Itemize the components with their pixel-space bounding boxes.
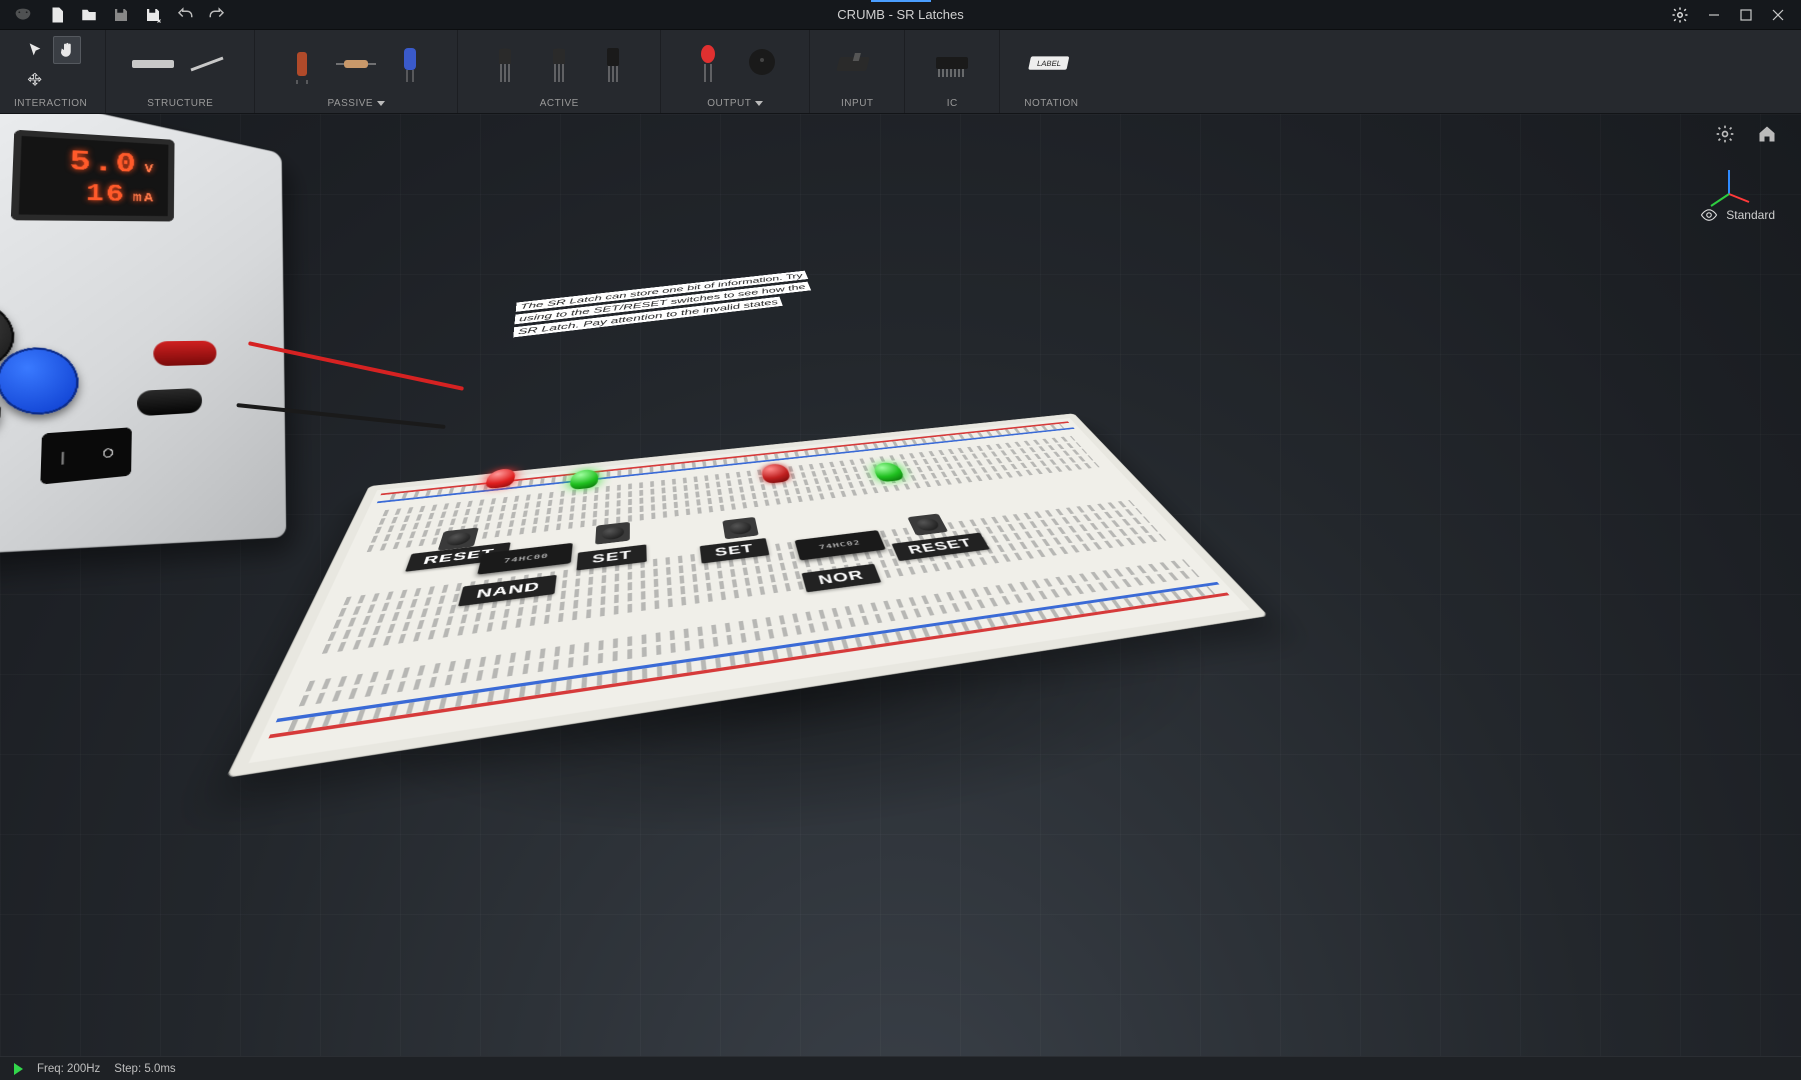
switch-component-icon[interactable] (834, 41, 880, 87)
hand-tool-button[interactable] (53, 36, 81, 64)
move-tool-button[interactable] (21, 66, 49, 94)
open-folder-icon[interactable] (80, 6, 98, 24)
ribbon-label-ic: IC (947, 98, 958, 109)
resistor-horiz-icon[interactable] (333, 41, 379, 87)
ribbon-group-passive: PASSIVE (255, 30, 458, 113)
status-step: Step: 5.0ms (114, 1063, 175, 1075)
ribbon-label-notation: NOTATION (1024, 98, 1078, 109)
ribbon-toolbar: INTERACTION STRUCTURE PASSIVE (0, 30, 1801, 114)
ribbon-group-input: INPUT (810, 30, 905, 113)
svg-text:LABEL: LABEL (1037, 59, 1063, 68)
maximize-icon[interactable] (1739, 8, 1753, 22)
tact-switch-set-nand[interactable] (595, 522, 630, 545)
undo-icon[interactable] (176, 6, 194, 24)
cursor-tool-button[interactable] (21, 36, 49, 64)
ribbon-group-ic: IC (905, 30, 1000, 113)
buzzer-component-icon[interactable] (739, 41, 785, 87)
app-logo-icon (12, 4, 34, 26)
power-supply-unit[interactable]: 5.0V 16mA |O (0, 114, 286, 558)
ribbon-label-structure: STRUCTURE (147, 98, 213, 109)
wire-component-icon[interactable] (184, 41, 230, 87)
transistor2-icon[interactable] (536, 41, 582, 87)
ribbon-group-active: ACTIVE (458, 30, 661, 113)
status-bar: Freq: 200Hz Step: 5.0ms (0, 1056, 1801, 1080)
tact-switch-set-nor[interactable] (722, 517, 759, 540)
ribbon-group-interaction: INTERACTION (0, 30, 106, 113)
ribbon-label-output: OUTPUT (707, 98, 763, 109)
ribbon-group-output: OUTPUT (661, 30, 810, 113)
label-component-icon[interactable]: LABEL (1028, 41, 1074, 87)
resistor-vert-icon[interactable] (279, 41, 325, 87)
transistor3-icon[interactable] (590, 41, 636, 87)
ribbon-label-active: ACTIVE (540, 98, 579, 109)
transistor1-icon[interactable] (482, 41, 528, 87)
ribbon-group-structure: STRUCTURE (106, 30, 255, 113)
status-freq: Freq: 200Hz (37, 1063, 100, 1075)
ribbon-group-notation: LABEL NOTATION (1000, 30, 1102, 113)
title-bar: CRUMB - SR Latches (0, 0, 1801, 30)
circuit-note[interactable]: The SR Latch can store one bit of inform… (513, 269, 824, 339)
led-component-icon[interactable] (685, 41, 731, 87)
breadboard-component-icon[interactable] (130, 41, 176, 87)
viewport-3d[interactable]: Standard 5.0V 16mA |O The SR Latch can s… (0, 114, 1801, 1056)
ribbon-label-interaction: INTERACTION (14, 98, 87, 109)
capacitor-icon[interactable] (387, 41, 433, 87)
ic-component-icon[interactable] (929, 41, 975, 87)
settings-gear-icon[interactable] (1671, 6, 1689, 24)
save-as-icon[interactable] (144, 6, 162, 24)
title-accent (871, 0, 931, 2)
minimize-icon[interactable] (1707, 8, 1721, 22)
ribbon-label-passive: PASSIVE (328, 98, 386, 109)
new-file-icon[interactable] (48, 6, 66, 24)
save-icon[interactable] (112, 6, 130, 24)
close-icon[interactable] (1771, 8, 1785, 22)
redo-icon[interactable] (208, 6, 226, 24)
scene-3d: 5.0V 16mA |O The SR Latch can store one … (0, 114, 1801, 1056)
window-title: CRUMB - SR Latches (837, 7, 963, 22)
ribbon-label-input: INPUT (841, 98, 874, 109)
simulation-running-play-icon[interactable] (14, 1063, 23, 1075)
